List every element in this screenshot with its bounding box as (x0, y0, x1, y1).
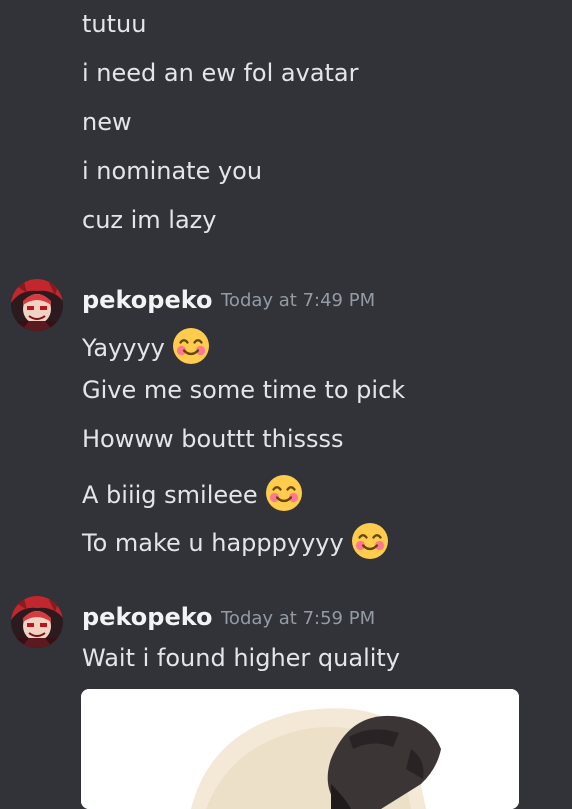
message-text: i need an ew fol avatar (82, 59, 359, 87)
message-text: i nominate you (82, 157, 263, 185)
message-text: Howww bouttt thissss (82, 425, 344, 453)
username[interactable]: pekopeko (82, 602, 213, 632)
message-list: tutuu i need an ew fol avatar new i nomi… (0, 0, 572, 809)
message-text: tutuu (82, 10, 147, 38)
message-text: cuz im lazy (82, 206, 217, 234)
message-timestamp[interactable]: Today at 7:59 PM (221, 604, 375, 634)
smiling-face-with-blush-emoji-icon (171, 326, 211, 366)
message-text: new (82, 108, 132, 136)
avatar-image (11, 596, 63, 648)
avatar-image (11, 279, 63, 331)
message-line: To make u happpyyyy (82, 521, 390, 561)
message-text: Yayyyy (82, 334, 165, 362)
message-text: Wait i found higher quality (82, 644, 401, 672)
message-text: To make u happpyyyy (82, 529, 344, 557)
message-line: A biiig smileee (82, 473, 304, 513)
username[interactable]: pekopeko (82, 285, 213, 315)
user-avatar[interactable] (11, 279, 63, 331)
message-line: Yayyyy (82, 326, 211, 366)
message-timestamp[interactable]: Today at 7:49 PM (221, 286, 375, 316)
smiling-face-with-blush-emoji-icon (264, 473, 304, 513)
message-text: Give me some time to pick (82, 376, 406, 404)
smiling-face-with-blush-emoji-icon (350, 521, 390, 561)
image-attachment[interactable] (81, 689, 519, 809)
user-avatar[interactable] (11, 596, 63, 648)
attachment-image (81, 689, 519, 809)
message-text: A biiig smileee (82, 481, 258, 509)
